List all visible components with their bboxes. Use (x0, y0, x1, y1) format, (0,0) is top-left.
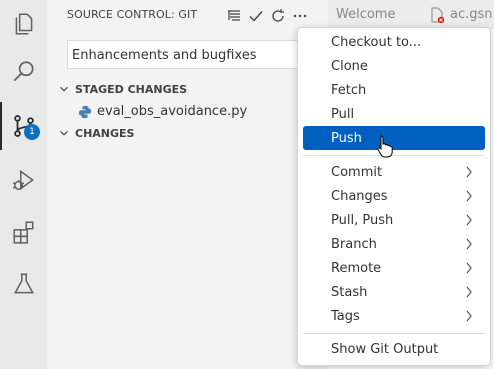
menu-separator (303, 155, 485, 156)
menu-item-label: Checkout to... (331, 34, 422, 50)
chevron-right-icon (466, 190, 472, 202)
commit-message-input[interactable]: Enhancements and bugfixes (67, 40, 327, 69)
menu-item-label: Push (331, 130, 362, 146)
menu-item-checkout[interactable]: Checkout to... (303, 30, 485, 54)
staged-changes-label: STAGED CHANGES (75, 82, 188, 96)
menu-item-label: Pull (331, 106, 355, 122)
refresh-icon[interactable] (267, 5, 289, 27)
chevron-down-icon (60, 86, 68, 92)
staged-file-row[interactable]: eval_obs_avoidance.py (78, 104, 247, 119)
menu-item-label: Remote (331, 260, 382, 276)
menu-item-fetch[interactable]: Fetch (303, 78, 485, 102)
activity-bar: 1 (0, 0, 47, 369)
file-icon (431, 7, 444, 23)
menu-item-changes[interactable]: Changes (303, 184, 485, 208)
more-actions-icon[interactable] (289, 5, 311, 27)
chevron-right-icon (466, 286, 472, 298)
menu-item-label: Clone (331, 58, 368, 74)
chevron-right-icon (466, 238, 472, 250)
menu-item-label: Branch (331, 236, 377, 252)
commit-check-icon[interactable] (245, 5, 267, 27)
sidebar-title: SOURCE CONTROL: GIT (67, 8, 198, 21)
tab-ac-gsn-label: ac.gsn (450, 7, 493, 22)
chevron-right-icon (466, 166, 472, 178)
python-file-icon (78, 105, 92, 118)
changes-header[interactable]: CHANGES (57, 126, 134, 140)
source-control-icon[interactable]: 1 (0, 102, 47, 150)
editor-tabs: Welcome ac.gsn (328, 0, 494, 30)
chevron-right-icon (466, 214, 472, 226)
menu-item-tags[interactable]: Tags (303, 304, 485, 328)
menu-item-pull[interactable]: Pull (303, 102, 485, 126)
menu-item-show-git-output[interactable]: Show Git Output (303, 337, 485, 361)
tab-ac-gsn[interactable]: ac.gsn (430, 0, 493, 30)
testing-icon[interactable] (0, 260, 47, 308)
search-icon[interactable] (0, 48, 47, 96)
menu-item-label: Tags (331, 308, 360, 324)
view-as-tree-icon[interactable] (223, 5, 245, 27)
staged-changes-header[interactable]: STAGED CHANGES (57, 82, 187, 96)
menu-item-branch[interactable]: Branch (303, 232, 485, 256)
chevron-right-icon (466, 310, 472, 322)
menu-item-label: Pull, Push (331, 212, 394, 228)
source-control-sidebar: SOURCE CONTROL: GIT Enhancements and bug… (47, 0, 328, 369)
menu-item-commit[interactable]: Commit (303, 160, 485, 184)
explorer-icon[interactable] (0, 0, 47, 48)
menu-item-stash[interactable]: Stash (303, 280, 485, 304)
menu-item-label: Stash (331, 284, 368, 300)
menu-item-label: Show Git Output (331, 341, 439, 357)
menu-item-pull-push[interactable]: Pull, Push (303, 208, 485, 232)
scm-badge: 1 (24, 124, 40, 140)
menu-item-remote[interactable]: Remote (303, 256, 485, 280)
staged-file-name: eval_obs_avoidance.py (97, 104, 248, 119)
menu-separator (303, 333, 485, 334)
menu-item-clone[interactable]: Clone (303, 54, 485, 78)
menu-item-push[interactable]: Push (303, 126, 485, 150)
run-debug-icon[interactable] (0, 156, 47, 204)
chevron-right-icon (466, 262, 472, 274)
sidebar-actions (223, 5, 311, 27)
menu-item-label: Commit (331, 164, 383, 180)
git-context-menu: Checkout to... Clone Fetch Pull Push Com… (297, 27, 491, 366)
tab-welcome[interactable]: Welcome (336, 0, 395, 30)
hand-cursor-icon (377, 135, 393, 158)
chevron-down-icon (60, 130, 68, 136)
extensions-icon[interactable] (0, 208, 47, 256)
menu-item-label: Fetch (331, 82, 367, 98)
changes-label: CHANGES (75, 126, 135, 140)
menu-item-label: Changes (331, 188, 388, 204)
